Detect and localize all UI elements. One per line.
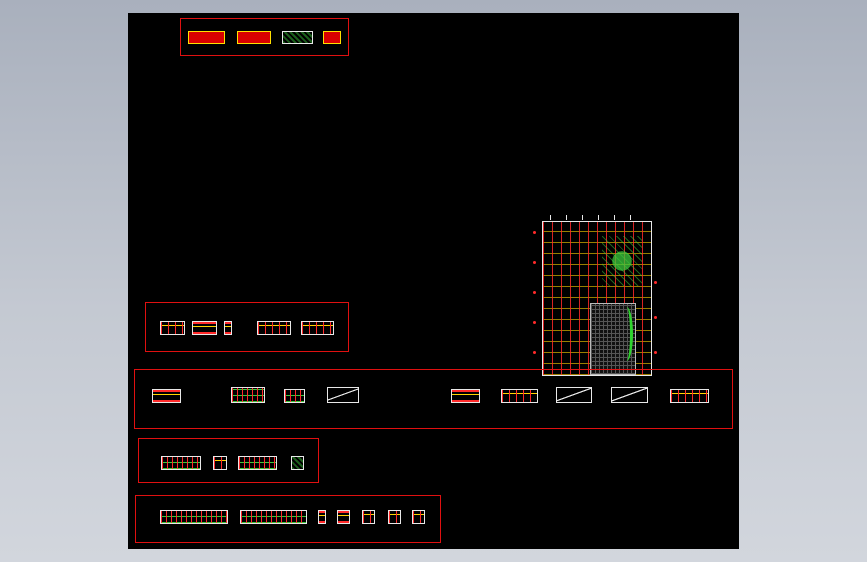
grid-axis-marker xyxy=(533,291,536,294)
drawing-group-sections[interactable] xyxy=(138,438,319,483)
drawing-thumbnail[interactable] xyxy=(556,387,592,403)
drawing-thumbnail[interactable] xyxy=(501,389,538,403)
drawing-thumbnail[interactable] xyxy=(192,321,217,335)
drawing-thumbnail[interactable] xyxy=(160,510,228,524)
drawing-thumbnail[interactable] xyxy=(323,31,341,44)
drawing-thumbnail[interactable] xyxy=(188,31,225,44)
drawing-thumbnail[interactable] xyxy=(388,510,401,524)
drawing-thumbnail[interactable] xyxy=(282,31,313,44)
grid-axis-tick xyxy=(566,215,567,220)
drawing-thumbnail[interactable] xyxy=(412,510,425,524)
drawing-thumbnail[interactable] xyxy=(284,389,305,403)
drawing-group-details[interactable] xyxy=(135,495,441,543)
drawing-thumbnail[interactable] xyxy=(152,389,181,403)
drawing-thumbnail[interactable] xyxy=(362,510,375,524)
grid-axis-tick xyxy=(598,215,599,220)
grid-axis-tick xyxy=(550,215,551,220)
drawing-thumbnail[interactable] xyxy=(337,510,350,524)
drawing-group-elevations[interactable] xyxy=(134,369,733,429)
grid-axis-tick xyxy=(582,215,583,220)
drawing-thumbnail[interactable] xyxy=(160,321,185,335)
grid-axis-marker xyxy=(533,351,536,354)
grid-axis-marker xyxy=(533,261,536,264)
drawing-thumbnail[interactable] xyxy=(670,389,709,403)
drawing-thumbnail[interactable] xyxy=(257,321,291,335)
drawing-thumbnail[interactable] xyxy=(240,510,307,524)
drawing-thumbnail[interactable] xyxy=(237,31,271,44)
drawing-thumbnail[interactable] xyxy=(327,387,359,403)
cad-model-space[interactable] xyxy=(128,13,739,549)
grid-axis-marker xyxy=(654,351,657,354)
drawing-thumbnail[interactable] xyxy=(231,387,265,403)
drawing-thumbnail[interactable] xyxy=(318,510,326,524)
grid-axis-marker xyxy=(533,231,536,234)
grid-axis-marker xyxy=(533,321,536,324)
drawing-thumbnail[interactable] xyxy=(161,456,201,470)
drawing-thumbnail[interactable] xyxy=(301,321,334,335)
drawing-thumbnail[interactable] xyxy=(611,387,648,403)
drawing-group-top[interactable] xyxy=(180,18,349,56)
grid-axis-marker xyxy=(654,316,657,319)
drawing-group-left-mid[interactable] xyxy=(145,302,349,352)
drawing-thumbnail[interactable] xyxy=(224,321,232,335)
floor-plan-drawing[interactable] xyxy=(533,215,657,376)
grid-axis-tick xyxy=(630,215,631,220)
grid-axis-tick xyxy=(614,215,615,220)
grid-axis-marker xyxy=(654,281,657,284)
landscape-area xyxy=(602,236,642,286)
drawing-thumbnail[interactable] xyxy=(291,456,304,470)
drawing-thumbnail[interactable] xyxy=(238,456,277,470)
drawing-thumbnail[interactable] xyxy=(213,456,227,470)
green-path xyxy=(620,307,633,361)
drawing-thumbnail[interactable] xyxy=(451,389,480,403)
